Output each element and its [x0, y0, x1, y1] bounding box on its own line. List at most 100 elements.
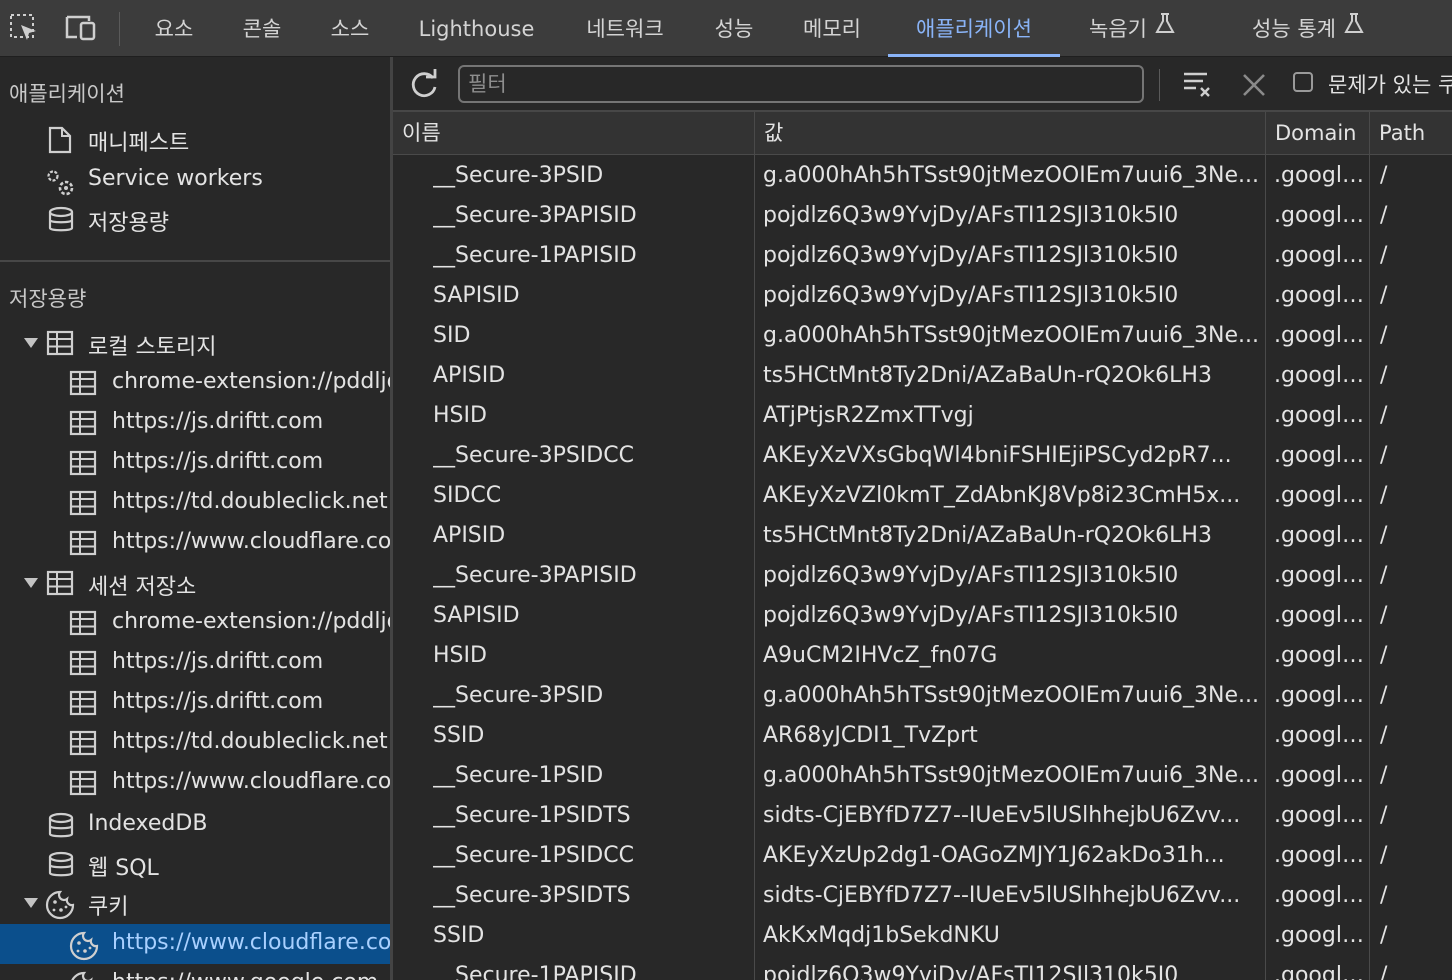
table-row[interactable]: __Secure-3PSIDCC AKEyXzVXsGbqWl4bniFSHIEj…	[393, 435, 1452, 475]
tab-2[interactable]: 소스	[316, 0, 384, 57]
table-row[interactable]: __Secure-3PSID g.a000hAh5hTSst90jtMezOOIE…	[393, 675, 1452, 715]
tab-5[interactable]: 성능	[700, 0, 768, 57]
cookie-icon	[69, 931, 99, 961]
table-row[interactable]: __Secure-1PAPISID pojdlz6Q3w9YvjDy/AFsTI1…	[393, 955, 1452, 980]
tab-9[interactable]: 성능 통계	[1230, 0, 1386, 57]
cell-path: /	[1380, 483, 1388, 508]
close-icon[interactable]	[1241, 72, 1267, 98]
expand-arrow-icon[interactable]	[24, 898, 38, 908]
sidebar-item-service-workers[interactable]: Service workers	[0, 160, 390, 200]
table-row[interactable]: __Secure-3PAPISID pojdlz6Q3w9YvjDy/AFsTI1…	[393, 555, 1452, 595]
expand-arrow-icon[interactable]	[24, 338, 38, 348]
tab-label: 소스	[330, 17, 370, 41]
cell-domain: .google.com	[1274, 563, 1370, 588]
table-row[interactable]: SAPISID pojdlz6Q3w9YvjDy/AFsTI12SJl310k5I…	[393, 275, 1452, 315]
sidebar-subitem-label: https://js.driftt.com	[112, 649, 324, 674]
table-row[interactable]: SID g.a000hAh5hTSst90jtMezOOIEm7uui6_3Ne.…	[393, 315, 1452, 355]
sidebar-subitem[interactable]: chrome-extension://pddljdmihkpdfpkgmbhdo…	[0, 603, 390, 643]
tab-0[interactable]: 요소	[140, 0, 208, 57]
table-row[interactable]: HSID ATjPtjsR2ZmxTTvgj .google.com /	[393, 395, 1452, 435]
toolbar-divider	[1159, 69, 1160, 101]
table-row[interactable]: SIDCC AKEyXzVZl0kmT_ZdAbnKJ8Vp8i23CmH5x..…	[393, 475, 1452, 515]
table-row[interactable]: SSID AR68yJCDI1_TvZprt .google.com /	[393, 715, 1452, 755]
tab-3[interactable]: Lighthouse	[405, 0, 548, 57]
sidebar-subitem[interactable]: https://www.google.com	[0, 964, 390, 980]
refresh-icon[interactable]	[407, 68, 441, 102]
clear-filter-icon[interactable]	[1181, 69, 1213, 99]
table-icon	[69, 410, 97, 436]
table-row[interactable]: SAPISID pojdlz6Q3w9YvjDy/AFsTI12SJl310k5I…	[393, 595, 1452, 635]
table-icon	[69, 490, 97, 516]
cell-path: /	[1380, 883, 1388, 908]
sidebar-subitem[interactable]: https://js.driftt.com	[0, 403, 390, 443]
table-row[interactable]: __Secure-3PSID g.a000hAh5hTSst90jtMezOOIE…	[393, 155, 1452, 195]
expand-arrow-icon[interactable]	[24, 578, 38, 588]
issues-only-checkbox[interactable]	[1293, 72, 1313, 92]
sidebar-item-label: 웹 SQL	[88, 856, 159, 881]
column-header-name[interactable]: 이름	[393, 112, 754, 155]
table-row[interactable]: __Secure-1PSIDTS sidts-CjEBYfD7Z7--IUeEv5…	[393, 795, 1452, 835]
sidebar-subitem[interactable]: https://www.cloudflare.com	[0, 763, 390, 803]
tab-label: 성능	[714, 17, 754, 41]
cell-path: /	[1380, 323, 1388, 348]
cell-path: /	[1380, 683, 1388, 708]
sidebar-item-websql[interactable]: 웹 SQL	[0, 844, 390, 884]
sidebar-subitem[interactable]: https://www.cloudflare.com	[0, 523, 390, 563]
table-row[interactable]: APISID ts5HCtMnt8Ty2Dni/AZaBaUn-rQ2Ok6LH3…	[393, 515, 1452, 555]
cell-name: __Secure-3PAPISID	[433, 203, 637, 228]
application-section-title: 애플리케이션	[9, 82, 125, 106]
cell-domain: .google.com	[1274, 643, 1370, 668]
cell-domain: .google.com	[1274, 523, 1370, 548]
sidebar-subitem[interactable]: https://js.driftt.com	[0, 643, 390, 683]
table-row[interactable]: __Secure-3PSIDTS sidts-CjEBYfD7Z7--IUeEv5…	[393, 875, 1452, 915]
cell-name: SID	[433, 323, 471, 348]
database-icon	[47, 812, 75, 840]
table-row[interactable]: __Secure-1PSID g.a000hAh5hTSst90jtMezOOIE…	[393, 755, 1452, 795]
tab-7[interactable]: 애플리케이션	[888, 0, 1060, 57]
tab-label: 콘솔	[242, 17, 282, 41]
cell-name: __Secure-1PSIDCC	[433, 843, 634, 868]
sidebar-item-manifest[interactable]: 매니페스트	[0, 119, 390, 159]
column-header-domain[interactable]: Domain	[1266, 112, 1369, 155]
cell-domain: .google.com	[1274, 883, 1370, 908]
table-row[interactable]: HSID A9uCM2IHVcZ_fn07G .google.com /	[393, 635, 1452, 675]
sidebar-subitem[interactable]: https://js.driftt.com	[0, 443, 390, 483]
sidebar-subitem-label: chrome-extension://pddljdmihkpdfpkgmbhdo…	[112, 609, 390, 634]
column-header-path[interactable]: Path	[1370, 112, 1452, 155]
cell-path: /	[1380, 523, 1388, 548]
sidebar-subitem[interactable]: https://www.cloudflare.com	[0, 924, 390, 964]
tab-1[interactable]: 콘솔	[228, 0, 296, 57]
cell-path: /	[1380, 563, 1388, 588]
table-row[interactable]: APISID ts5HCtMnt8Ty2Dni/AZaBaUn-rQ2Ok6LH3…	[393, 355, 1452, 395]
column-header-value[interactable]: 값	[755, 112, 1265, 155]
table-row[interactable]: SSID AkKxMqdj1bSekdNKU .google.com /	[393, 915, 1452, 955]
cell-path: /	[1380, 603, 1388, 628]
sidebar-subitem[interactable]: https://td.doubleclick.net	[0, 483, 390, 523]
devtools-tab-bar: 요소 콘솔 소스 Lighthouse 네트워크 성능 메모리 애플리케이션 녹음기 성능 통계	[0, 0, 1452, 57]
cell-name: APISID	[433, 523, 506, 548]
tab-label: 메모리	[803, 17, 861, 41]
sidebar-item-label: 저장용량	[88, 211, 169, 236]
tab-label: Lighthouse	[418, 17, 535, 41]
device-toolbar-icon[interactable]	[63, 13, 97, 43]
sidebar-item-storage[interactable]: 저장용량	[0, 199, 390, 239]
cell-domain: .google.com	[1274, 203, 1370, 228]
sidebar-subitem[interactable]: https://td.doubleclick.net	[0, 723, 390, 763]
sidebar-subitem[interactable]: https://js.driftt.com	[0, 683, 390, 723]
table-row[interactable]: __Secure-1PSIDCC AKEyXzUp2dg1-OAGoZMJY1J6…	[393, 835, 1452, 875]
sidebar-subitem[interactable]: chrome-extension://pddljdmihkpdfpkgmbhdo…	[0, 363, 390, 403]
table-row[interactable]: __Secure-3PAPISID pojdlz6Q3w9YvjDy/AFsTI1…	[393, 195, 1452, 235]
tab-8[interactable]: 녹음기	[1068, 0, 1196, 57]
sidebar-item-indexeddb[interactable]: IndexedDB	[0, 805, 390, 845]
table-icon	[69, 770, 97, 796]
inspect-element-icon[interactable]	[9, 13, 39, 43]
sidebar-subitem-label: https://www.cloudflare.com	[112, 769, 390, 794]
tab-6[interactable]: 메모리	[786, 0, 878, 57]
sidebar-item-session-storage[interactable]: 세션 저장소	[0, 563, 390, 603]
table-row[interactable]: __Secure-1PAPISID pojdlz6Q3w9YvjDy/AFsTI1…	[393, 235, 1452, 275]
sidebar-item-cookies[interactable]: 쿠키	[0, 883, 390, 923]
tab-4[interactable]: 네트워크	[570, 0, 680, 57]
filter-input[interactable]	[458, 65, 1144, 103]
sidebar-subitem-label: https://td.doubleclick.net	[112, 489, 388, 514]
sidebar-item-local-storage[interactable]: 로컬 스토리지	[0, 323, 390, 363]
